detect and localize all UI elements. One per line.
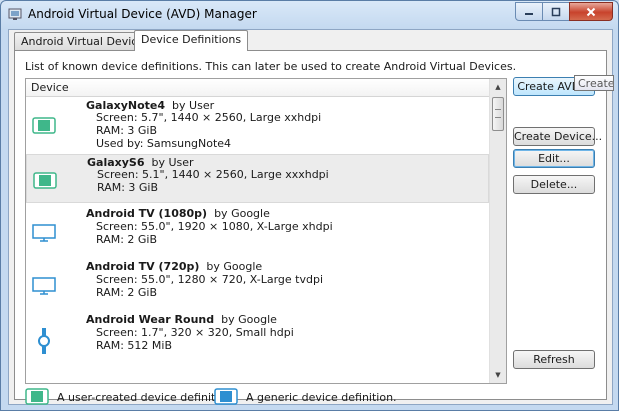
close-button[interactable] [569, 2, 613, 21]
device-screen: Screen: 55.0", 1280 × 720, X-Large tvdpi [96, 273, 324, 286]
device-name: Android TV (1080p) [86, 207, 208, 220]
list-item[interactable]: Android Wear Round by Google Screen: 1.7… [26, 309, 489, 369]
device-ram: RAM: 3 GiB [97, 181, 159, 194]
list-item[interactable]: Android TV (1080p) by Google Screen: 55.… [26, 203, 489, 256]
scroll-down-arrow-icon[interactable]: ▼ [490, 367, 506, 383]
device-ram: RAM: 2 GiB [96, 286, 158, 299]
device-used-by: Used by: SamsungNote4 [96, 137, 232, 150]
phone-user-icon [33, 172, 57, 189]
maximize-icon [551, 7, 561, 16]
device-rows: GalaxyNote4 by User Screen: 5.7", 1440 ×… [26, 98, 489, 369]
device-definitions-panel: List of known device definitions. This c… [14, 50, 607, 405]
list-item-selected[interactable]: GalaxyS6 by User Screen: 5.1", 1440 × 25… [26, 154, 489, 203]
close-icon [586, 7, 596, 16]
scroll-up-arrow-icon[interactable]: ▲ [490, 79, 506, 95]
scroll-thumb[interactable] [492, 97, 504, 131]
device-screen: Screen: 1.7", 320 × 320, Small hdpi [96, 326, 294, 339]
column-header-device[interactable]: Device [26, 79, 490, 97]
device-ram: RAM: 2 GiB [96, 233, 158, 246]
device-owner: by Google [206, 260, 263, 273]
device-name: Android TV (720p) [86, 260, 200, 273]
list-item[interactable]: GalaxyNote4 by User Screen: 5.7", 1440 ×… [26, 98, 489, 154]
tab-device-definitions[interactable]: Device Definitions [134, 30, 249, 51]
create-device-button[interactable]: Create Device... [513, 127, 602, 146]
panel-description: List of known device definitions. This c… [25, 60, 517, 73]
list-item[interactable]: Android TV (720p) by Google Screen: 55.0… [26, 256, 489, 309]
window-client-area: Android Virtual Devices Device Definitio… [8, 29, 613, 405]
phone-generic-icon [214, 388, 238, 405]
phone-user-icon [25, 388, 49, 405]
device-list[interactable]: Device GalaxyNote4 by User Screen: 5.7",… [25, 78, 507, 384]
device-ram: RAM: 512 MiB [96, 339, 173, 352]
maximize-button[interactable] [542, 2, 570, 21]
vertical-scrollbar[interactable]: ▲ ▼ [489, 79, 506, 383]
delete-button[interactable]: Delete... [513, 175, 595, 194]
device-ram: RAM: 3 GiB [96, 124, 158, 137]
avd-manager-window: Android Virtual Device (AVD) Manager And… [0, 0, 619, 411]
title-bar[interactable]: Android Virtual Device (AVD) Manager [1, 1, 618, 29]
legend-generic-label: A generic device definition. [246, 391, 397, 404]
phone-user-icon [32, 117, 56, 134]
device-name: Android Wear Round [86, 313, 215, 326]
device-screen: Screen: 5.7", 1440 × 2560, Large xxhdpi [96, 111, 322, 124]
minimize-button[interactable] [515, 2, 543, 21]
device-owner: by Google [214, 207, 270, 220]
tv-icon [32, 277, 56, 295]
window-controls [515, 2, 613, 21]
legend-user-label: A user-created device definition. [57, 391, 236, 404]
tv-icon [32, 224, 56, 242]
device-screen: Screen: 5.1", 1440 × 2560, Large xxxhdpi [97, 168, 329, 181]
device-screen: Screen: 55.0", 1920 × 1080, X-Large xhdp… [96, 220, 333, 233]
device-owner: by Google [221, 313, 277, 326]
minimize-icon [525, 12, 533, 15]
edit-button[interactable]: Edit... [513, 149, 595, 168]
refresh-button[interactable]: Refresh [513, 350, 595, 369]
tooltip: Creates [574, 75, 614, 91]
watch-icon [38, 328, 50, 354]
window-title: Android Virtual Device (AVD) Manager [28, 7, 257, 21]
app-icon [8, 8, 22, 20]
